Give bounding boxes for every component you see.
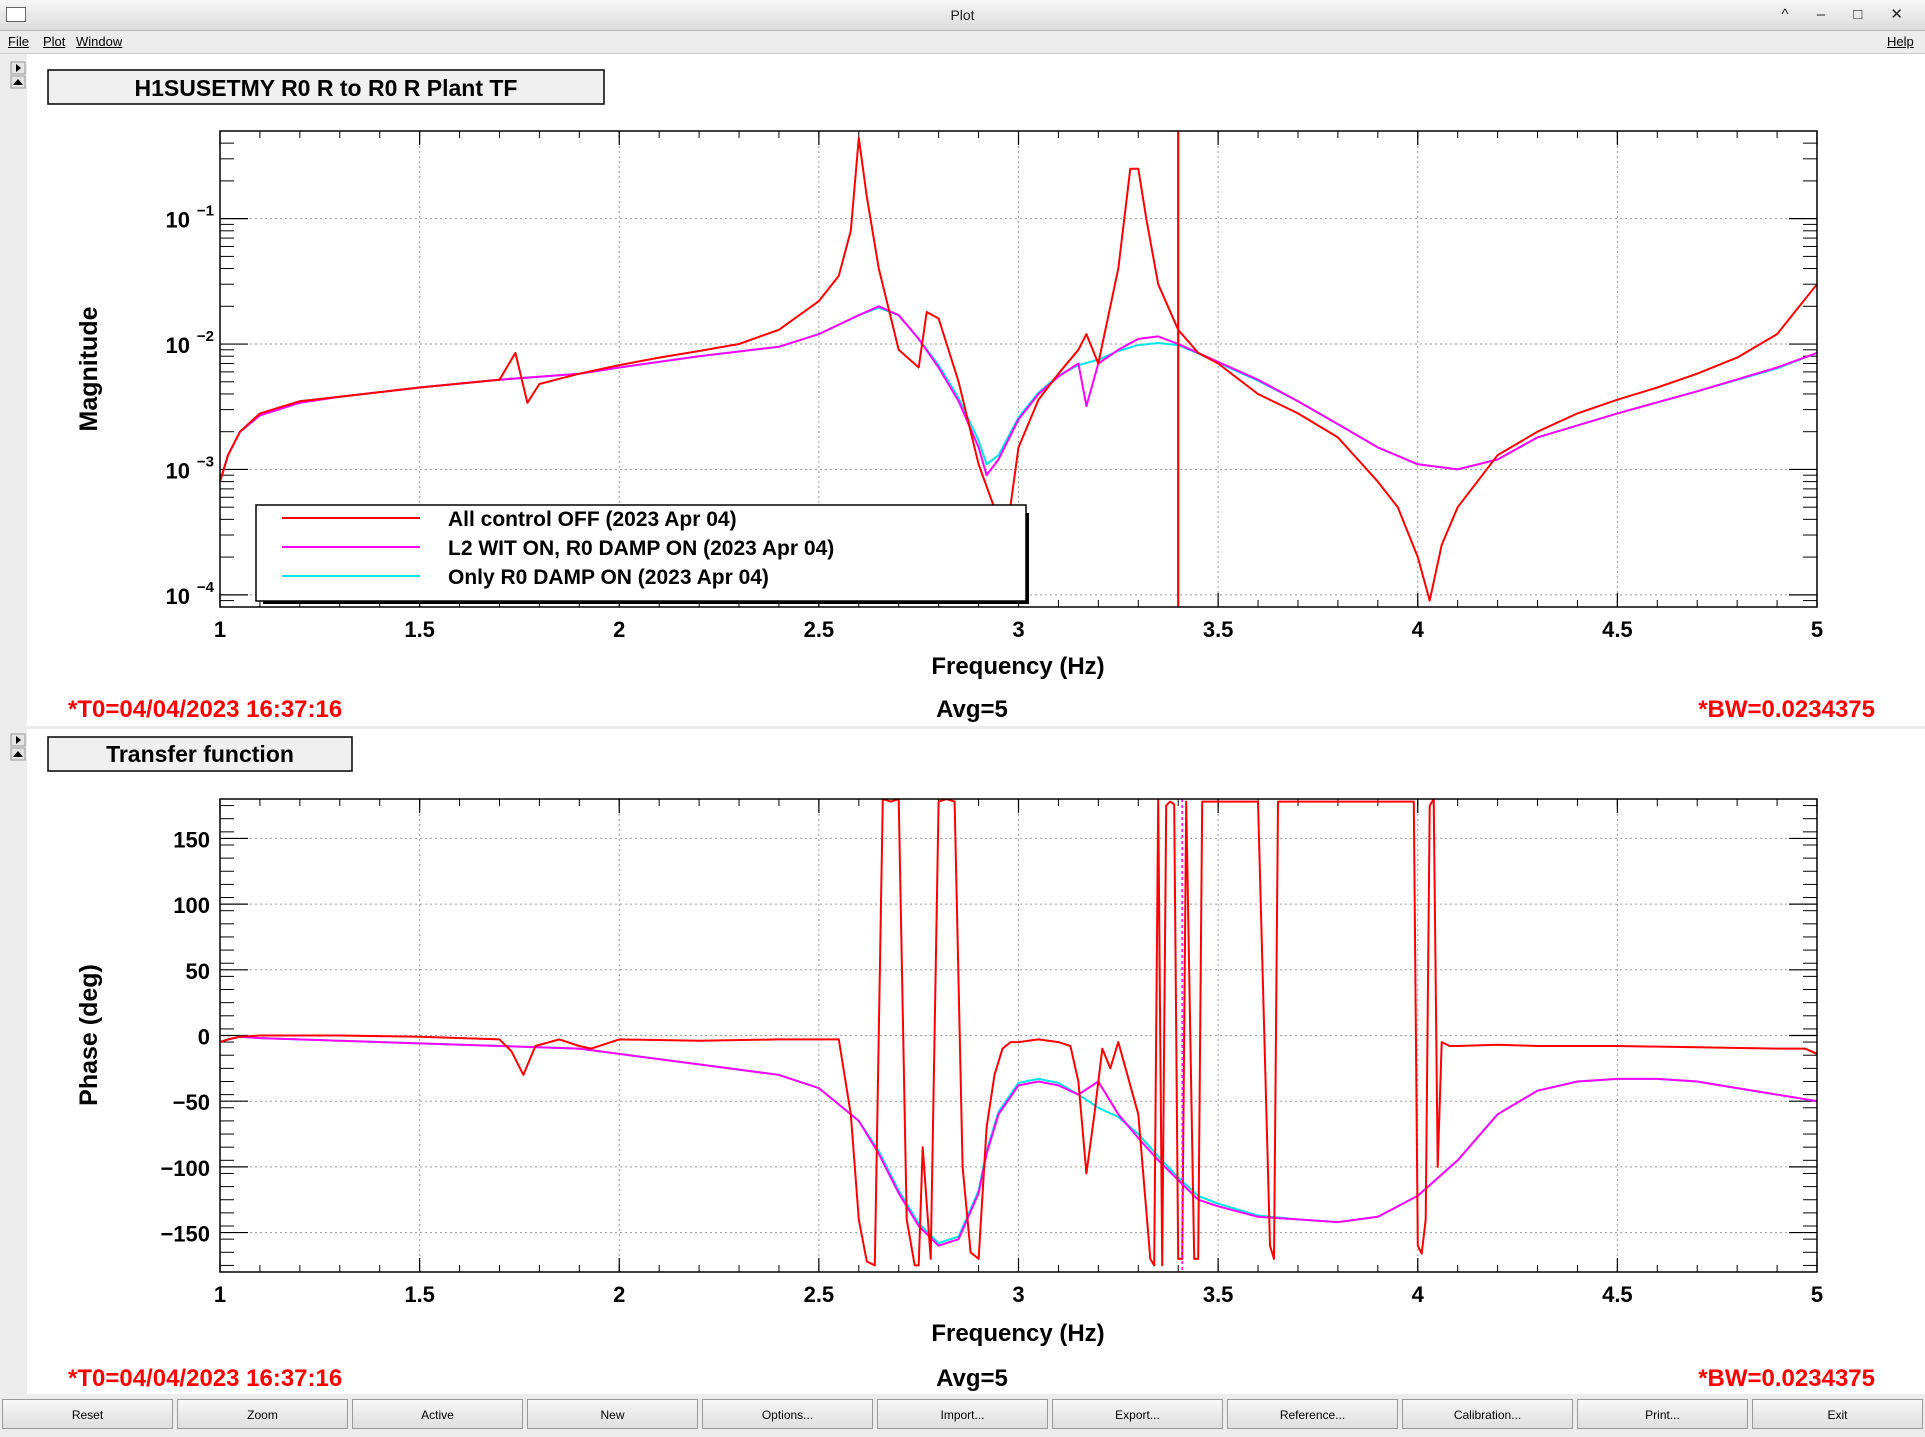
import-button[interactable]: Import... xyxy=(877,1399,1048,1429)
panel1-avg-label: Avg=5 xyxy=(936,696,1008,723)
mag-xlabel: Frequency (Hz) xyxy=(931,653,1104,680)
x-tick-label: 4.5 xyxy=(1602,617,1633,642)
exit-button[interactable]: Exit xyxy=(1752,1399,1923,1429)
new-button[interactable]: New xyxy=(527,1399,698,1429)
y-tick-label: 10 xyxy=(166,333,190,358)
x-tick-label: 4 xyxy=(1412,1282,1425,1307)
menu-file[interactable]: File xyxy=(8,34,29,49)
x-tick-label: 1 xyxy=(214,1282,226,1307)
window-controls[interactable]: ^ – □ ✕ xyxy=(1781,5,1915,23)
panel2-bw-label: *BW=0.0234375 xyxy=(1698,1365,1875,1392)
panel1-title: H1SUSETMY R0 R to R0 R Plant TF xyxy=(135,75,518,101)
x-tick-label: 2.5 xyxy=(804,1282,835,1307)
y-tick-exponent: −3 xyxy=(197,453,214,470)
export-button[interactable]: Export... xyxy=(1052,1399,1223,1429)
x-tick-label: 5 xyxy=(1811,617,1823,642)
menu-bar: File Plot Window Help xyxy=(0,31,1925,54)
panel2-expand-arrows[interactable] xyxy=(10,733,26,761)
y-tick-label: 100 xyxy=(173,893,210,918)
legend: All control OFF (2023 Apr 04) L2 WIT ON,… xyxy=(255,504,1029,604)
legend-entry-2: Only R0 DAMP ON (2023 Apr 04) xyxy=(448,566,769,589)
x-tick-label: 3 xyxy=(1012,617,1024,642)
x-tick-label: 4 xyxy=(1412,617,1425,642)
x-tick-label: 1 xyxy=(214,617,226,642)
window-titlebar: Plot ^ – □ ✕ xyxy=(0,0,1925,31)
panel2-t0-label: *T0=04/04/2023 16:37:16 xyxy=(68,1365,342,1392)
panel1-t0-label: *T0=04/04/2023 16:37:16 xyxy=(68,696,342,723)
legend-entry-1: L2 WIT ON, R0 DAMP ON (2023 Apr 04) xyxy=(448,537,834,560)
y-tick-label: −50 xyxy=(173,1090,210,1115)
mag-ylabel: Magnitude xyxy=(75,306,103,431)
y-tick-label: 10 xyxy=(166,208,190,233)
x-tick-label: 4.5 xyxy=(1602,1282,1633,1307)
print-button[interactable]: Print... xyxy=(1577,1399,1748,1429)
plot-area: H1SUSETMY R0 R to R0 R Plant TF Transfer… xyxy=(0,54,1925,1394)
panel2-title-box: Transfer function xyxy=(47,736,353,772)
y-tick-exponent: −1 xyxy=(197,203,214,220)
y-tick-label: −150 xyxy=(160,1222,210,1247)
panel1-bw-label: *BW=0.0234375 xyxy=(1698,696,1875,723)
legend-entry-0: All control OFF (2023 Apr 04) xyxy=(448,508,737,531)
options-button[interactable]: Options... xyxy=(702,1399,873,1429)
y-tick-label: 0 xyxy=(198,1025,210,1050)
plot-canvas: H1SUSETMY R0 R to R0 R Plant TF Transfer… xyxy=(10,54,1925,1394)
x-tick-label: 3.5 xyxy=(1203,1282,1234,1307)
menu-help[interactable]: Help xyxy=(1887,34,1914,49)
x-tick-label: 2 xyxy=(613,617,625,642)
y-tick-label: −100 xyxy=(160,1156,210,1181)
menu-window[interactable]: Window xyxy=(76,34,122,49)
y-tick-label: 50 xyxy=(186,959,210,984)
y-tick-exponent: −2 xyxy=(197,328,214,345)
x-tick-label: 3 xyxy=(1012,1282,1024,1307)
x-tick-label: 3.5 xyxy=(1203,617,1234,642)
zoom-button[interactable]: Zoom xyxy=(177,1399,348,1429)
phase-ylabel: Phase (deg) xyxy=(75,964,103,1106)
reset-button[interactable]: Reset xyxy=(2,1399,173,1429)
reference-button[interactable]: Reference... xyxy=(1227,1399,1398,1429)
panel2-avg-label: Avg=5 xyxy=(936,1365,1008,1392)
y-tick-label: 10 xyxy=(166,584,190,609)
panel2-background xyxy=(27,729,1925,1394)
menu-plot[interactable]: Plot xyxy=(43,34,65,49)
phase-xlabel: Frequency (Hz) xyxy=(931,1320,1104,1347)
active-button[interactable]: Active xyxy=(352,1399,523,1429)
y-tick-label: 10 xyxy=(166,458,190,483)
x-tick-label: 1.5 xyxy=(404,617,435,642)
x-tick-label: 5 xyxy=(1811,1282,1823,1307)
panel2-title: Transfer function xyxy=(106,741,294,767)
calibration-button[interactable]: Calibration... xyxy=(1402,1399,1573,1429)
x-tick-label: 1.5 xyxy=(404,1282,435,1307)
y-tick-label: 150 xyxy=(173,827,210,852)
panel1-background xyxy=(27,54,1925,726)
y-tick-exponent: −4 xyxy=(197,579,215,596)
panel1-title-box: H1SUSETMY R0 R to R0 R Plant TF xyxy=(47,69,605,105)
x-tick-label: 2 xyxy=(613,1282,625,1307)
window-title: Plot xyxy=(950,7,975,23)
bottom-button-bar: Reset Zoom Active New Options... Import... Exp… xyxy=(0,1397,1925,1433)
panel1-expand-arrows[interactable] xyxy=(10,61,26,89)
x-tick-label: 2.5 xyxy=(804,617,835,642)
